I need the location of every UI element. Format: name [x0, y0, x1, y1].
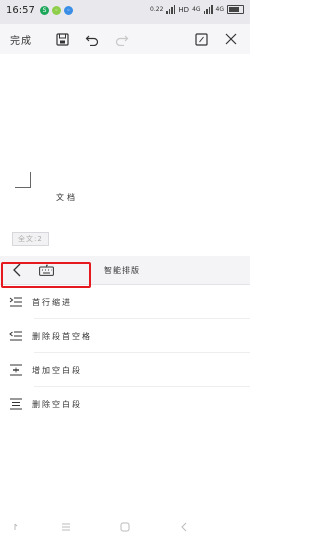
network-type-2: 4G	[192, 6, 201, 13]
add-blank-paragraph-icon	[0, 364, 32, 376]
highlight-box	[1, 262, 91, 288]
menu-item-label: 删除段首空格	[32, 331, 92, 341]
save-icon[interactable]	[53, 30, 71, 48]
text-cursor-marker	[15, 172, 31, 188]
nav-menu-icon[interactable]	[60, 521, 72, 533]
done-button[interactable]: 完成	[10, 32, 32, 47]
nav-home-icon[interactable]	[119, 521, 131, 533]
menu-item-label: 首行缩进	[32, 297, 72, 307]
signal-icon	[166, 5, 176, 14]
status-bar: 16:57 S ◦ ◦ 0.22 HD 4G 4G	[0, 0, 250, 24]
word-count-badge: 全文:2	[12, 232, 49, 246]
network-speed: 0.22	[150, 6, 164, 13]
close-icon[interactable]	[222, 30, 240, 48]
menu-item-remove-leading-space[interactable]: 删除段首空格	[0, 319, 250, 353]
nav-back-icon[interactable]	[178, 521, 190, 533]
menu-item-label: 增加空白段	[32, 365, 82, 375]
remove-blank-paragraph-icon	[0, 398, 32, 410]
remove-leading-space-icon	[0, 330, 32, 342]
message-icon: ◦	[64, 6, 73, 15]
menu-item-add-blank-paragraph[interactable]: 增加空白段	[0, 353, 250, 387]
network-type: HD	[178, 5, 190, 14]
menu-item-first-line-indent[interactable]: 首行缩进	[0, 285, 250, 319]
system-nav-bar	[0, 512, 250, 542]
nav-rotate-icon[interactable]	[12, 521, 24, 533]
status-time: 16:57	[6, 5, 35, 16]
battery-icon	[227, 5, 244, 14]
editor-toolbar: 完成	[0, 24, 250, 54]
notification-app-icon: S	[40, 6, 49, 15]
first-line-indent-icon	[0, 296, 32, 308]
signal-icon-2	[203, 5, 213, 14]
document-editor[interactable]: 文档	[0, 54, 250, 230]
menu-item-label: 删除空白段	[32, 399, 82, 409]
document-text[interactable]: 文档	[56, 192, 78, 203]
wechat-icon: ◦	[52, 6, 61, 15]
panel-title: 智能排版	[104, 266, 140, 275]
status-indicators: 0.22 HD 4G 4G	[150, 5, 244, 14]
menu-item-remove-blank-paragraph[interactable]: 删除空白段	[0, 387, 250, 421]
undo-icon[interactable]	[83, 30, 101, 48]
smart-layout-menu: 首行缩进 删除段首空格 增加空白段 删除空白段	[0, 285, 250, 421]
format-toggle-icon[interactable]	[192, 30, 210, 48]
wifi-label: 4G	[215, 6, 224, 13]
redo-icon[interactable]	[113, 30, 131, 48]
